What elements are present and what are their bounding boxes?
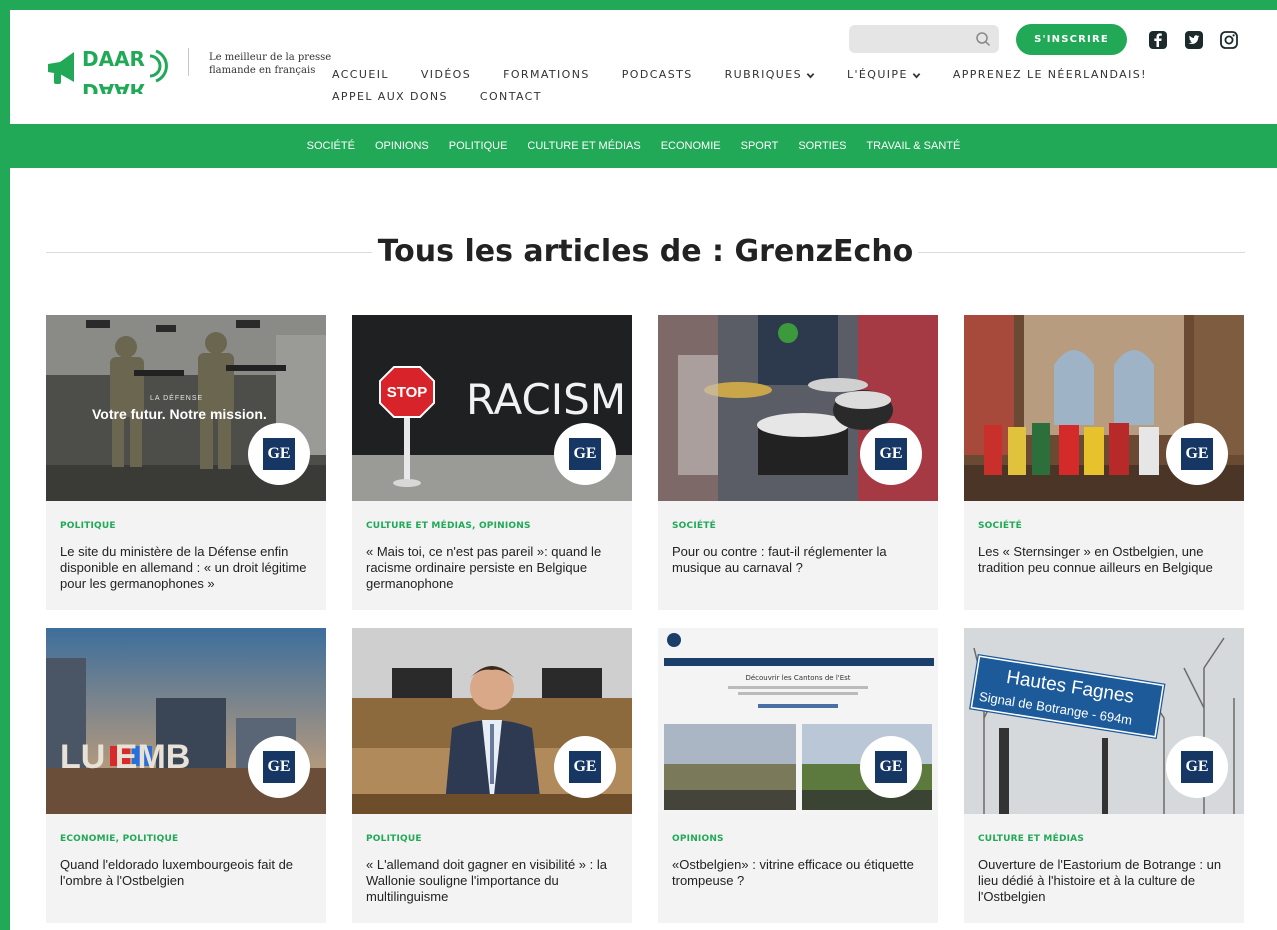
nav-label: Rubriques xyxy=(724,68,802,81)
main-navigation: Accueil Vidéos Formations Podcasts Rubri… xyxy=(332,68,1212,104)
luxembourg-letters: LU EMB xyxy=(60,738,190,776)
stop-sign-label: STOP xyxy=(387,384,428,401)
instagram-icon[interactable] xyxy=(1219,30,1239,50)
article-category[interactable]: Société xyxy=(978,521,1022,531)
nav-appel-aux-dons[interactable]: Appel aux dons xyxy=(332,90,448,104)
logo-text-top: DAAR xyxy=(82,47,145,71)
article-title[interactable]: « Mais toi, ce n'est pas pareil »: quand… xyxy=(366,544,618,592)
article-card[interactable]: GE Société Les « Sternsinger » en Ostbel… xyxy=(964,315,1244,610)
nav-apprenez-neerlandais[interactable]: Apprenez le néerlandais! xyxy=(953,68,1147,82)
article-card[interactable]: Découvrir les Cantons de l'Est GE Opinio… xyxy=(658,628,938,923)
grenzecho-badge-label: GE xyxy=(875,751,907,783)
grenzecho-badge-label: GE xyxy=(1181,751,1213,783)
logo-divider xyxy=(188,48,189,76)
grenzecho-badge-label: GE xyxy=(263,751,295,783)
nav-label: Apprenez le néerlandais! xyxy=(952,68,1147,81)
page: DAAR DAAR Le meilleur de la presse flama… xyxy=(10,10,1277,930)
source-badge: GE xyxy=(554,736,616,798)
website-heading: Découvrir les Cantons de l'Est xyxy=(745,674,850,682)
nav-contact[interactable]: Contact xyxy=(480,90,542,104)
category-travail-sante[interactable]: Travail & Santé xyxy=(866,140,960,152)
nav-equipe[interactable]: L'équipe xyxy=(847,68,921,82)
nav-label: Vidéos xyxy=(420,68,472,81)
source-badge: GE xyxy=(248,736,310,798)
article-category[interactable]: Société xyxy=(672,521,716,531)
grenzecho-badge-label: GE xyxy=(1181,438,1213,470)
article-card[interactable]: LA DÉFENSE Votre futur. Notre mission. G… xyxy=(46,315,326,610)
nav-rubriques[interactable]: Rubriques xyxy=(725,68,815,82)
chevron-down-icon xyxy=(912,72,921,78)
article-title[interactable]: Ouverture de l'Eastorium de Botrange : u… xyxy=(978,857,1230,905)
article-image[interactable]: GE xyxy=(658,315,938,501)
grenzecho-badge-label: GE xyxy=(875,438,907,470)
source-badge: GE xyxy=(860,736,922,798)
source-badge: GE xyxy=(248,423,310,485)
megaphone-logo-icon: DAAR DAAR xyxy=(48,47,168,94)
article-category[interactable]: Opinions xyxy=(672,834,724,844)
twitter-icon[interactable] xyxy=(1184,30,1204,50)
article-title[interactable]: Les « Sternsinger » en Ostbelgien, une t… xyxy=(978,544,1230,576)
article-image[interactable]: Découvrir les Cantons de l'Est GE xyxy=(658,628,938,814)
grenzecho-badge-label: GE xyxy=(569,751,601,783)
nav-label: L'équipe xyxy=(846,68,908,81)
nav-formations[interactable]: Formations xyxy=(503,68,590,82)
chevron-down-icon xyxy=(806,72,815,78)
page-title: Tous les articles de : GrenzEcho xyxy=(377,234,914,269)
article-card[interactable]: GE Politique « L'allemand doit gagner en… xyxy=(352,628,632,923)
article-title[interactable]: «Ostbelgien» : vitrine efficace ou étiqu… xyxy=(672,857,924,889)
category-sport[interactable]: Sport xyxy=(741,140,779,152)
article-category[interactable]: Politique xyxy=(60,521,116,531)
article-image[interactable]: LA DÉFENSE Votre futur. Notre mission. G… xyxy=(46,315,326,501)
nav-label: Formations xyxy=(503,68,590,81)
article-category[interactable]: Politique xyxy=(366,834,422,844)
category-bar: Société Opinions Politique Culture et mé… xyxy=(10,124,1277,168)
article-category[interactable]: Economie, Politique xyxy=(60,834,178,844)
title-row: Tous les articles de : GrenzEcho xyxy=(46,228,1245,278)
article-card[interactable]: STOP RACISM GE Culture et médias, Opinio… xyxy=(352,315,632,610)
category-culture-medias[interactable]: Culture et médias xyxy=(527,140,640,152)
category-economie[interactable]: Economie xyxy=(661,140,721,152)
site-header: DAAR DAAR Le meilleur de la presse flama… xyxy=(10,10,1277,124)
nav-label: Accueil xyxy=(332,68,389,81)
source-badge: GE xyxy=(1166,736,1228,798)
racism-chalk-label: RACISM xyxy=(466,375,626,424)
grenzecho-badge-label: GE xyxy=(569,438,601,470)
article-card[interactable]: Hautes Fagnes Signal de Botrange - 694m … xyxy=(964,628,1244,923)
category-politique[interactable]: Politique xyxy=(449,140,508,152)
site-tagline: Le meilleur de la presse flamande en fra… xyxy=(209,52,332,76)
grenzecho-badge-label: GE xyxy=(263,438,295,470)
image-caption: Votre futur. Notre mission. xyxy=(92,406,267,422)
nav-label: Contact xyxy=(479,90,542,103)
article-image[interactable]: LU EMB GE xyxy=(46,628,326,814)
nav-videos[interactable]: Vidéos xyxy=(421,68,471,82)
article-category[interactable]: Culture et médias, Opinions xyxy=(366,521,531,531)
article-image[interactable]: GE xyxy=(352,628,632,814)
nav-label: Appel aux dons xyxy=(332,90,448,103)
logo-text-bottom: DAAR xyxy=(82,79,145,94)
category-sorties[interactable]: Sorties xyxy=(798,140,846,152)
nav-accueil[interactable]: Accueil xyxy=(332,68,389,82)
article-card[interactable]: LU EMB GE Economie, Politique Quand l'el… xyxy=(46,628,326,923)
article-image[interactable]: STOP RACISM GE xyxy=(352,315,632,501)
facebook-icon[interactable] xyxy=(1148,30,1168,50)
category-societe[interactable]: Société xyxy=(307,140,355,152)
source-badge: GE xyxy=(860,423,922,485)
article-title[interactable]: « L'allemand doit gagner en visibilité »… xyxy=(366,857,618,905)
article-title[interactable]: Le site du ministère de la Défense enfin… xyxy=(60,544,312,592)
article-image[interactable]: GE xyxy=(964,315,1244,501)
article-card[interactable]: GE Société Pour ou contre : faut-il régl… xyxy=(658,315,938,610)
nav-podcasts[interactable]: Podcasts xyxy=(622,68,693,82)
article-title[interactable]: Pour ou contre : faut-il réglementer la … xyxy=(672,544,924,576)
category-opinions[interactable]: Opinions xyxy=(375,140,429,152)
article-title[interactable]: Quand l'eldorado luxembourgeois fait de … xyxy=(60,857,312,889)
article-grid: LA DÉFENSE Votre futur. Notre mission. G… xyxy=(46,315,1246,923)
nav-label: Podcasts xyxy=(621,68,693,81)
signup-button[interactable]: S'INSCRIRE xyxy=(1016,24,1127,55)
article-category[interactable]: Culture et médias xyxy=(978,834,1084,844)
source-badge: GE xyxy=(554,423,616,485)
source-badge: GE xyxy=(1166,423,1228,485)
image-caption-small: LA DÉFENSE xyxy=(150,395,204,402)
article-image[interactable]: Hautes Fagnes Signal de Botrange - 694m … xyxy=(964,628,1244,814)
search-icon[interactable] xyxy=(975,31,991,47)
